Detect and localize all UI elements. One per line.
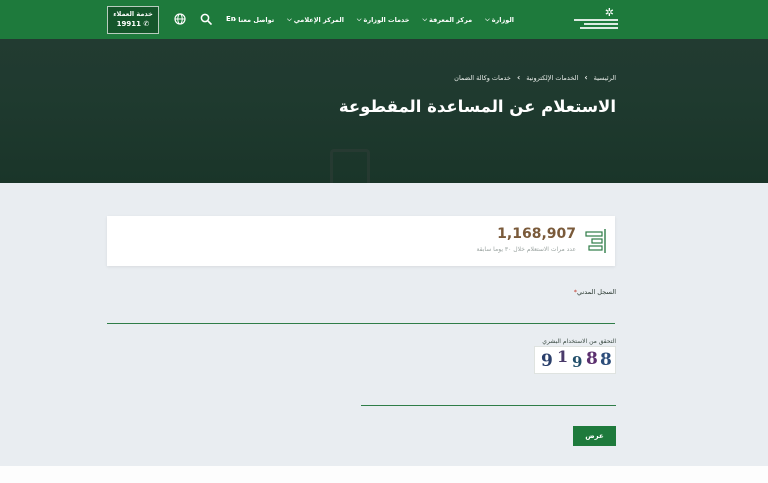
logo-wordmark — [574, 19, 618, 31]
palm-emblem-icon: ✲ — [604, 6, 614, 19]
civil-registry-input[interactable] — [107, 300, 615, 324]
captcha-image: 9 1 9 8 8 — [534, 346, 616, 374]
accessibility-icon[interactable] — [174, 13, 186, 25]
inquiry-count: 1,168,907 — [497, 226, 576, 242]
inquiry-count-label: عدد مرات الاستعلام خلال ٣٠ يوما سابقة — [476, 246, 577, 253]
civil-registry-label: السجل المدني* — [574, 288, 616, 296]
captcha-input[interactable] — [361, 382, 616, 406]
nav-item-label: تواصل معنا — [238, 15, 275, 24]
phone-icon: ✆ — [143, 20, 150, 28]
phone-number: 19911 — [116, 20, 142, 28]
hero-background-decoration — [330, 149, 370, 183]
main-nav: الوزارة ⌵ مركز المعرفة ⌵ خدمات الوزارة ⌵… — [219, 0, 514, 39]
customer-care-phone: 19911 ✆ — [108, 20, 158, 28]
chevron-down-icon: ⌵ — [356, 15, 362, 23]
nav-item-label: خدمات الوزارة — [363, 15, 410, 24]
search-icon[interactable] — [200, 13, 212, 25]
breadcrumb-social-security[interactable]: خدمات وكالة الضمان — [454, 74, 511, 82]
language-toggle[interactable]: En — [226, 15, 236, 23]
chevron-down-icon: ⌵ — [485, 15, 490, 23]
top-navbar: ✲ الوزارة ⌵ مركز المعرفة ⌵ خدمات الوزارة… — [0, 0, 768, 39]
nav-item-label: المركز الإعلامي — [293, 15, 344, 24]
chevron-down-icon: ⌵ — [422, 15, 428, 23]
captcha-label: التحقق من الاستخدام البشري — [542, 338, 616, 345]
chevron-down-icon: ⌵ — [287, 15, 292, 23]
nav-item-knowledge-center[interactable]: مركز المعرفة ⌵ — [422, 16, 472, 24]
chevron-left-icon: › — [584, 73, 588, 82]
breadcrumb: الرئيسية › الخدمات الإلكترونية › خدمات و… — [454, 73, 616, 82]
nav-item-label: مركز المعرفة — [429, 15, 473, 24]
breadcrumb-home[interactable]: الرئيسية — [594, 74, 616, 82]
page-title: الاستعلام عن المساعدة المقطوعة — [338, 97, 616, 116]
breadcrumb-e-services[interactable]: الخدمات الإلكترونية — [526, 74, 578, 82]
nav-item-label: الوزارة — [491, 15, 514, 24]
nav-item-ministry-services[interactable]: خدمات الوزارة ⌵ — [357, 16, 410, 24]
footer-strip — [0, 466, 768, 483]
nav-item-ministry[interactable]: الوزارة ⌵ — [485, 16, 514, 24]
customer-care-button[interactable]: خدمة العملاء 19911 ✆ — [107, 6, 159, 34]
inquiry-stats-card: 1,168,907 عدد مرات الاستعلام خلال ٣٠ يوم… — [107, 216, 615, 266]
bar-chart-icon — [585, 229, 606, 253]
chevron-left-icon: › — [516, 73, 521, 82]
hero-banner: الرئيسية › الخدمات الإلكترونية › خدمات و… — [0, 39, 768, 183]
nav-item-media-center[interactable]: المركز الإعلامي ⌵ — [287, 16, 344, 24]
customer-care-title: خدمة العملاء — [113, 10, 153, 18]
nav-item-contact-us[interactable]: تواصل معنا ⌵ — [232, 16, 274, 24]
submit-button[interactable]: عرض — [573, 426, 616, 446]
civil-registry-label-text: السجل المدني — [577, 288, 616, 296]
ministry-logo[interactable]: ✲ — [570, 7, 618, 33]
